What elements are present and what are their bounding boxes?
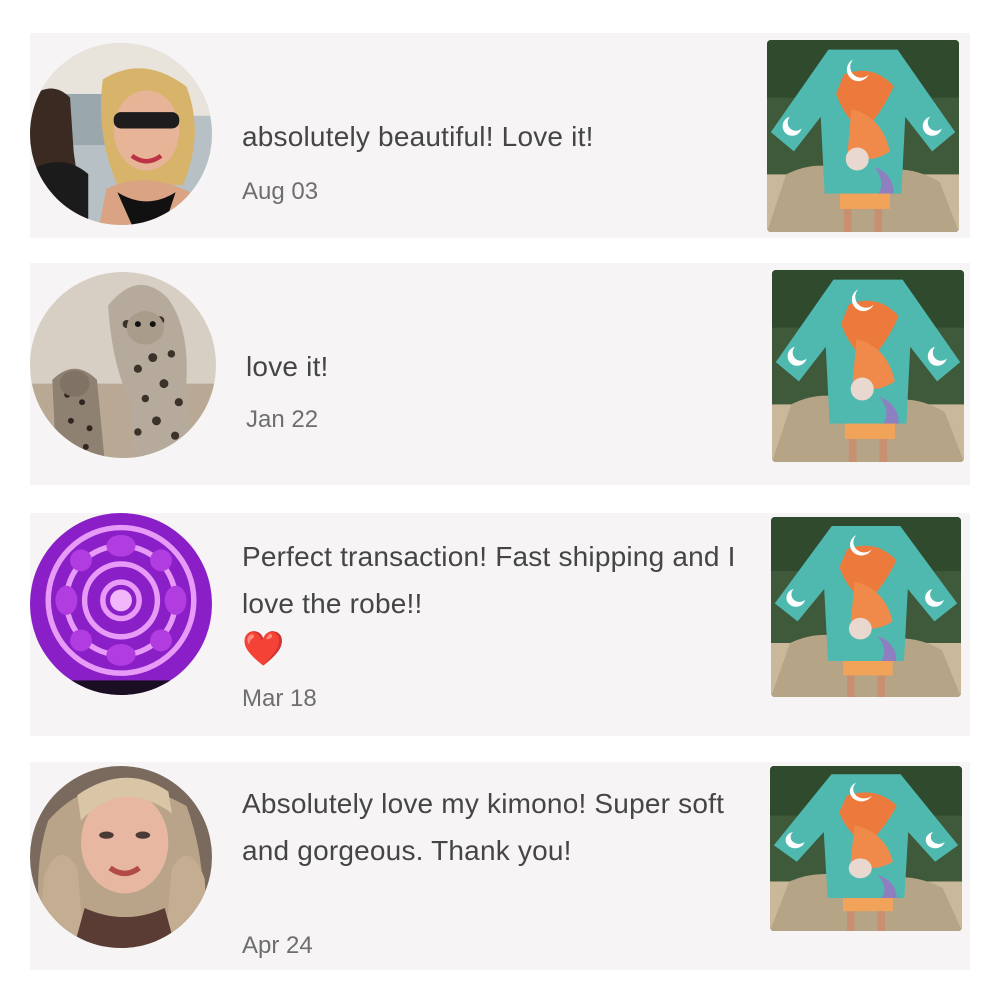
reviewer-avatar[interactable] [30, 766, 212, 948]
review-card: Perfect transaction! Fast shipping and I… [30, 513, 970, 736]
review-date: Apr 24 [242, 932, 313, 959]
reviewer-avatar[interactable] [30, 43, 212, 225]
product-thumbnail[interactable] [767, 40, 959, 232]
review-card: Absolutely love my kimono! Super soft an… [30, 762, 970, 970]
review-date: Mar 18 [242, 685, 317, 712]
review-date: Aug 03 [242, 178, 319, 205]
review-text: Perfect transaction! Fast shipping and I… [242, 533, 740, 674]
reviewer-avatar[interactable] [30, 513, 212, 695]
review-text: Absolutely love my kimono! Super soft an… [242, 788, 725, 866]
reviewer-avatar[interactable] [30, 272, 216, 458]
heart-emoji: ❤️ [242, 630, 285, 668]
review-text-body: Perfect transaction! Fast shipping and I… [242, 541, 736, 619]
product-thumbnail[interactable] [770, 766, 962, 931]
review-card: absolutely beautiful! Love it! Aug 03 [30, 33, 970, 238]
product-thumbnail[interactable] [771, 517, 961, 697]
product-thumbnail[interactable] [772, 270, 964, 462]
review-card: love it! Jan 22 [30, 263, 970, 485]
review-date: Jan 22 [246, 406, 319, 433]
review-text: love it! [246, 351, 329, 382]
review-text: absolutely beautiful! Love it! [242, 121, 594, 152]
